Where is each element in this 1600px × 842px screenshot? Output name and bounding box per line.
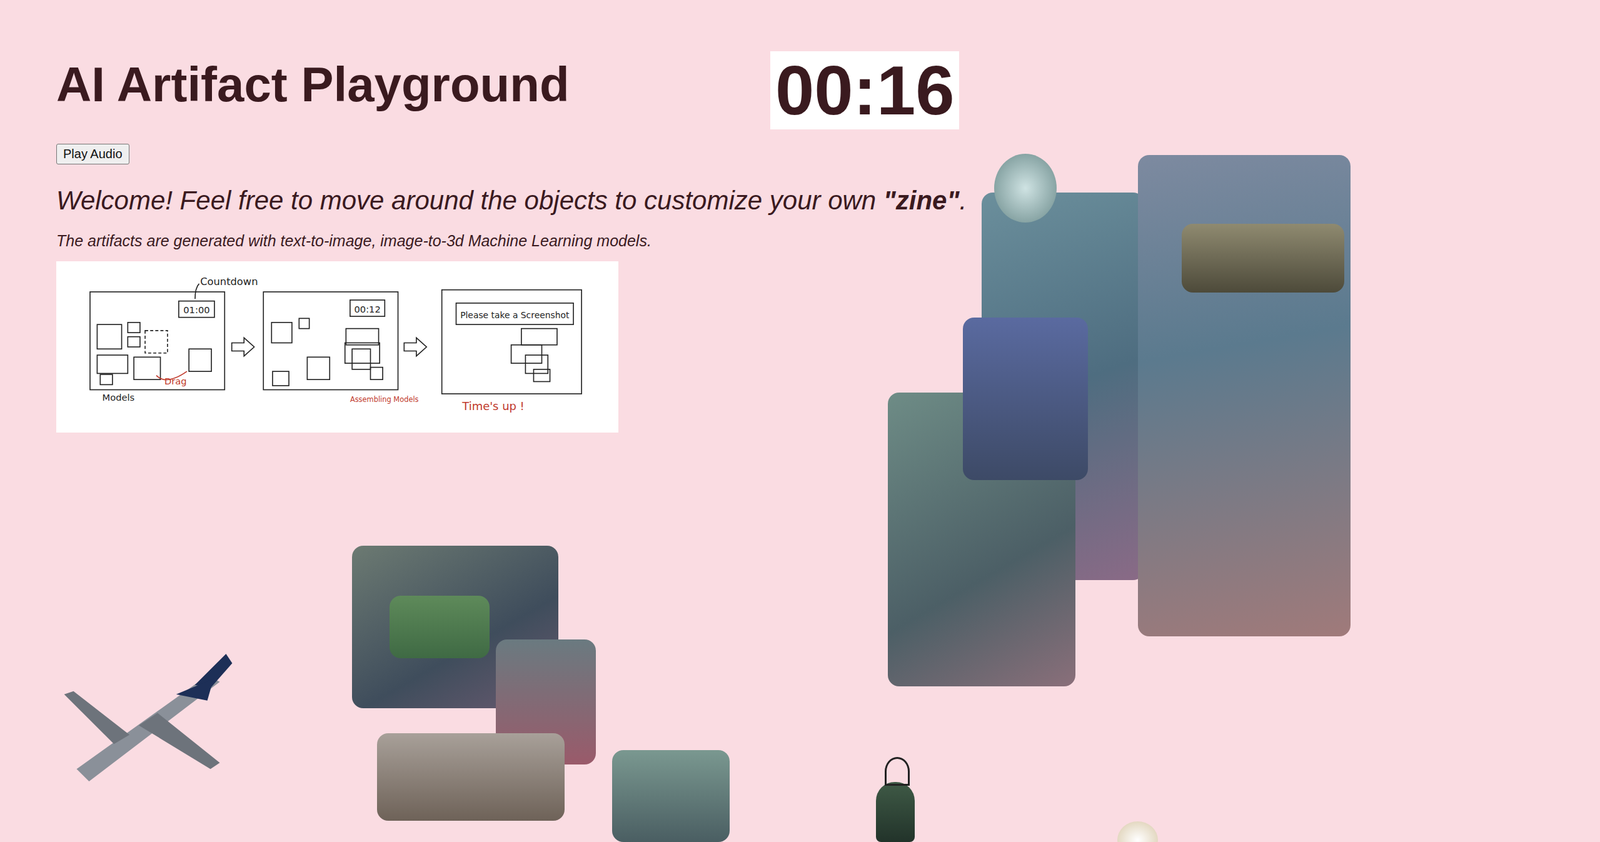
model-box — [298, 318, 309, 329]
mid-time-box — [350, 300, 385, 317]
dragged-box — [145, 330, 168, 354]
model-box — [352, 348, 371, 370]
instruction-sketch: Countdown 01:00 Models Drag 00:12 Assembling … — [56, 261, 619, 433]
model-box — [188, 348, 212, 372]
airplane-artifact[interactable] — [63, 650, 240, 797]
page: AI Artifact Playground 00:16 Play Audio … — [0, 0, 1600, 842]
screenshot-prompt: Please take a Screenshot — [460, 310, 570, 321]
model-box — [127, 337, 141, 348]
models-label: Models — [102, 392, 136, 403]
arrow-icon — [403, 337, 427, 356]
model-box — [370, 367, 384, 381]
frame-times-up — [442, 290, 582, 394]
start-time-box — [178, 301, 215, 318]
times-up-label: Time's up ! — [461, 399, 525, 413]
countdown-label: Countdown — [200, 275, 258, 288]
zine-emphasis: "zine" — [883, 185, 960, 216]
model-box — [272, 371, 289, 386]
model-box — [271, 322, 292, 344]
model-box — [511, 345, 543, 364]
model-box — [100, 374, 113, 385]
model-box — [345, 342, 380, 364]
start-time: 01:00 — [183, 304, 210, 316]
model-box — [96, 355, 128, 374]
ornament-artifact[interactable] — [1117, 821, 1158, 842]
model-box — [306, 357, 330, 380]
airplane-icon — [63, 650, 240, 795]
assembling-label: Assembling Models — [350, 395, 419, 404]
model-box — [127, 322, 141, 333]
countdown-timer: 00:16 — [770, 51, 960, 130]
frame-models — [90, 291, 225, 391]
lantern-artifact[interactable] — [857, 757, 934, 842]
machine-artifact[interactable] — [887, 155, 1352, 705]
frame-assembling — [263, 291, 398, 391]
instruction-diagram: Countdown 01:00 Models Drag 00:12 Assembling … — [56, 261, 619, 433]
model-box — [96, 324, 122, 349]
model-box — [521, 328, 558, 346]
page-title: AI Artifact Playground — [56, 56, 570, 114]
prompt-box — [456, 303, 574, 325]
small-machine-artifact[interactable] — [612, 750, 730, 842]
countdown-pointer-icon — [195, 283, 200, 299]
bedroom-artifact[interactable] — [352, 545, 618, 842]
model-box — [533, 369, 550, 383]
mid-time: 00:12 — [353, 303, 381, 315]
play-audio-button[interactable]: Play Audio — [56, 143, 130, 165]
arrow-icon — [231, 337, 255, 356]
model-box — [525, 355, 548, 374]
drag-label: Drag — [164, 375, 187, 387]
